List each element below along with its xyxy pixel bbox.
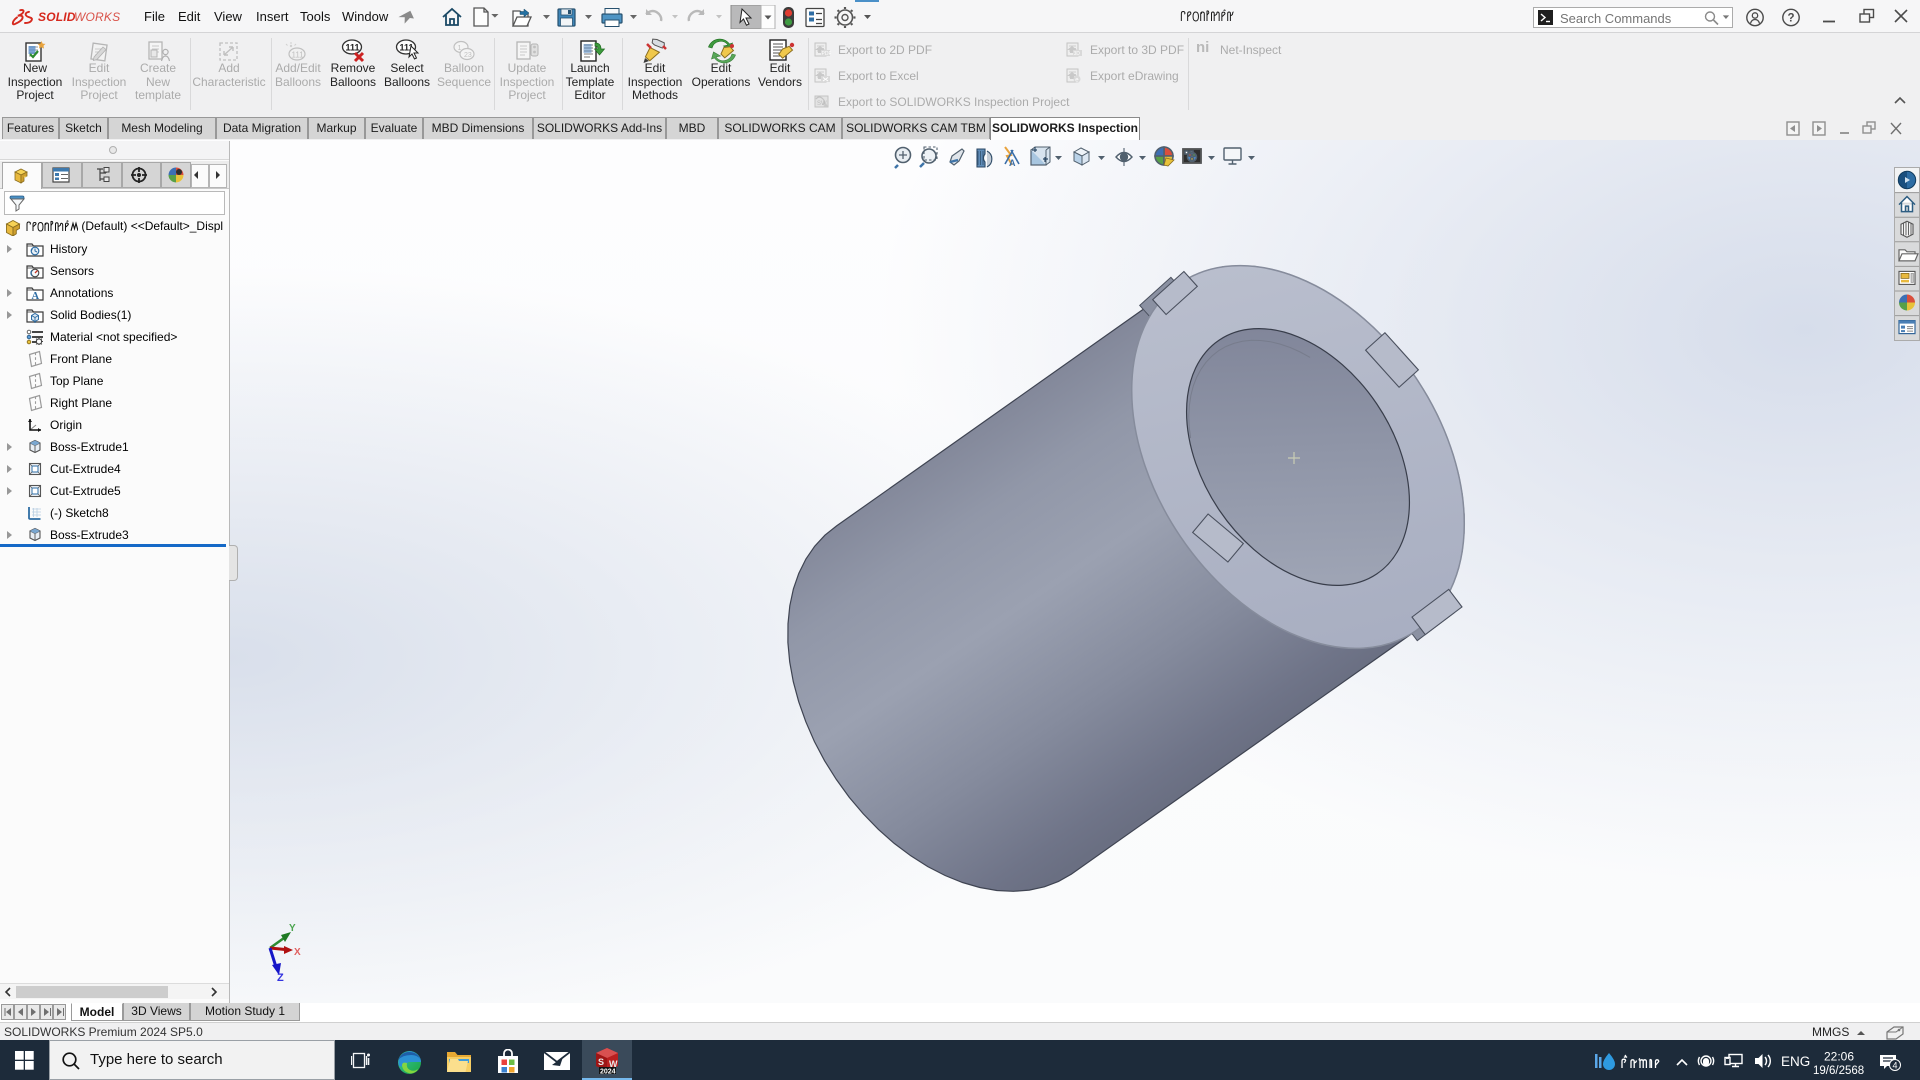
- svg-text:A: A: [1009, 158, 1016, 168]
- svg-text:S: S: [598, 1057, 604, 1067]
- svg-text:111: 111: [292, 51, 305, 60]
- svg-text:A: A: [32, 291, 40, 301]
- svg-text:Z: Z: [277, 972, 284, 984]
- svg-text:23: 23: [464, 52, 472, 59]
- svg-text:?: ?: [1788, 13, 1795, 25]
- svg-text:3D: 3D: [1074, 51, 1081, 57]
- svg-text:2024: 2024: [600, 1069, 616, 1076]
- svg-text:4: 4: [1893, 1061, 1898, 1071]
- svg-text:ENG: ENG: [1781, 1054, 1810, 1069]
- svg-text:X: X: [294, 947, 301, 958]
- svg-text:22:06: 22:06: [1824, 1050, 1854, 1064]
- svg-text:Y: Y: [289, 923, 296, 934]
- svg-text:1: 1: [458, 45, 462, 52]
- svg-text:111: 111: [346, 43, 360, 53]
- svg-text:PDF: PDF: [822, 51, 832, 57]
- svg-text:19/6/2568: 19/6/2568: [1813, 1065, 1864, 1076]
- svg-text:WORKS: WORKS: [74, 10, 120, 24]
- svg-text:SOLID: SOLID: [38, 10, 76, 24]
